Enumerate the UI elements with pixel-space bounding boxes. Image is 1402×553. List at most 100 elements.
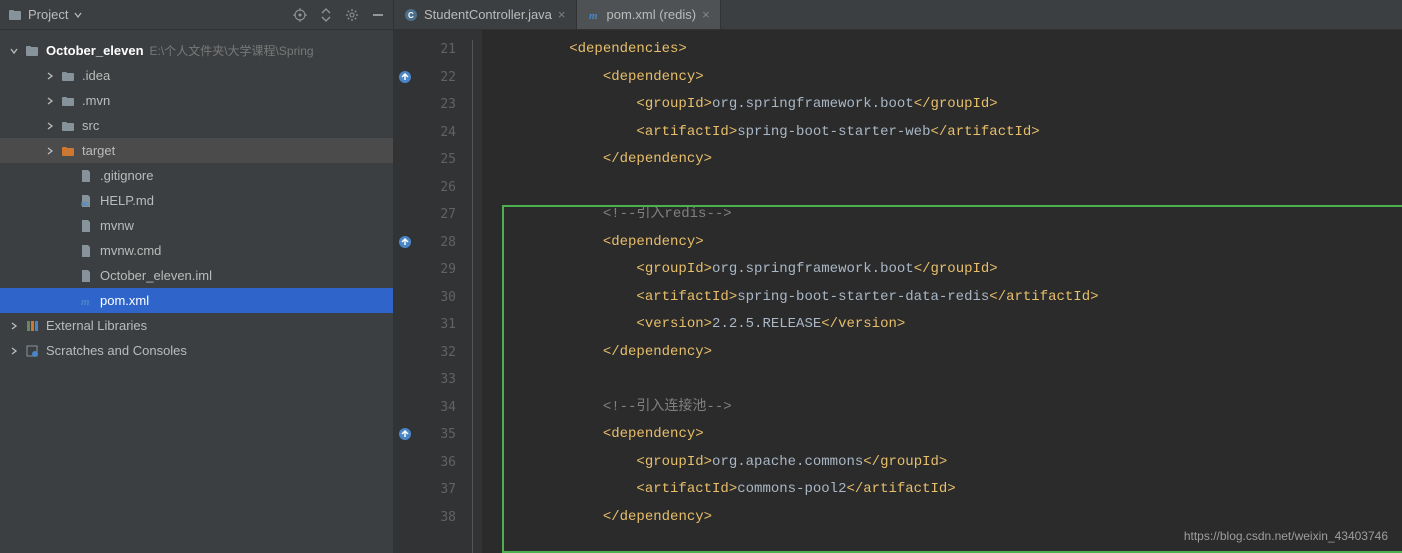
line-number: 38: [394, 504, 456, 532]
tree-scratches[interactable]: Scratches and Consoles: [0, 338, 393, 363]
scratches-label: Scratches and Consoles: [46, 343, 187, 358]
tree-item[interactable]: m pom.xml: [0, 288, 393, 313]
chevron-right-icon[interactable]: [44, 70, 56, 82]
tree-item[interactable]: MDHELP.md: [0, 188, 393, 213]
line-number: 26: [394, 174, 456, 202]
code-line[interactable]: <groupId>org.springframework.boot</group…: [482, 91, 1402, 119]
line-number: 33: [394, 366, 456, 394]
code-line[interactable]: <artifactId>commons-pool2</artifactId>: [482, 476, 1402, 504]
line-number: 25: [394, 146, 456, 174]
project-icon: [8, 8, 22, 22]
project-dropdown[interactable]: Project: [8, 7, 293, 22]
code-line[interactable]: <groupId>org.springframework.boot</group…: [482, 256, 1402, 284]
sidebar-header: Project: [0, 0, 393, 30]
code-line[interactable]: <!--引入连接池-->: [482, 394, 1402, 422]
file-icon: [78, 243, 94, 259]
tree-item[interactable]: .idea: [0, 63, 393, 88]
tree-item-label: mvnw: [100, 218, 134, 233]
line-number: 21: [394, 36, 456, 64]
chevron-down-icon: [74, 11, 82, 19]
code-line[interactable]: <!--引入redis-->: [482, 201, 1402, 229]
root-name: October_eleven: [46, 43, 144, 58]
file-icon: MD: [78, 193, 94, 209]
file-icon: m: [78, 293, 94, 309]
file-icon: [78, 168, 94, 184]
external-label: External Libraries: [46, 318, 147, 333]
tab-label: pom.xml (redis): [607, 7, 697, 22]
folder-icon: [24, 43, 40, 59]
gutter-override-icon[interactable]: [396, 235, 412, 251]
code-line[interactable]: </dependency>: [482, 146, 1402, 174]
svg-text:MD: MD: [81, 202, 89, 208]
code-line[interactable]: <dependencies>: [482, 36, 1402, 64]
collapse-icon[interactable]: [319, 8, 333, 22]
code-line[interactable]: <groupId>org.apache.commons</groupId>: [482, 449, 1402, 477]
watermark: https://blog.csdn.net/weixin_43403746: [1184, 529, 1388, 543]
tree-item[interactable]: target: [0, 138, 393, 163]
tree-item[interactable]: mvnw.cmd: [0, 238, 393, 263]
line-number: 32: [394, 339, 456, 367]
line-number: 31: [394, 311, 456, 339]
tree-item-label: mvnw.cmd: [100, 243, 161, 258]
chevron-right-icon[interactable]: [8, 345, 20, 357]
folder-icon: [60, 118, 76, 134]
chevron-right-icon[interactable]: [8, 320, 20, 332]
fold-column: [464, 30, 482, 553]
tree-item[interactable]: mvnw: [0, 213, 393, 238]
close-icon[interactable]: ×: [558, 7, 566, 22]
line-gutter: 212223242526272829303132333435363738: [394, 30, 464, 553]
editor-tabs: C StudentController.java × m pom.xml (redis)…: [394, 0, 1402, 30]
code-line[interactable]: </dependency>: [482, 339, 1402, 367]
file-icon: [78, 218, 94, 234]
code-line[interactable]: </dependency>: [482, 504, 1402, 532]
code-content[interactable]: <dependencies> <dependency> <groupId>org…: [482, 30, 1402, 553]
tree-item[interactable]: .mvn: [0, 88, 393, 113]
editor-body: 212223242526272829303132333435363738 <de…: [394, 30, 1402, 553]
tab-icon: m: [587, 8, 601, 22]
root-path: E:\个人文件夹\大学课程\Spring: [150, 42, 314, 59]
code-line[interactable]: [482, 174, 1402, 202]
tree-root[interactable]: October_eleven E:\个人文件夹\大学课程\Spring: [0, 38, 393, 63]
tree-external-libraries[interactable]: External Libraries: [0, 313, 393, 338]
tree-item-label: pom.xml: [100, 293, 149, 308]
tab-icon: C: [404, 8, 418, 22]
line-number: 36: [394, 449, 456, 477]
code-line[interactable]: <artifactId>spring-boot-starter-web</art…: [482, 119, 1402, 147]
close-icon[interactable]: ×: [702, 7, 710, 22]
code-line[interactable]: <dependency>: [482, 229, 1402, 257]
line-number: 23: [394, 91, 456, 119]
line-number: 37: [394, 476, 456, 504]
scratches-icon: [24, 343, 40, 359]
tree-item[interactable]: October_eleven.iml: [0, 263, 393, 288]
code-line[interactable]: <dependency>: [482, 421, 1402, 449]
chevron-right-icon[interactable]: [44, 95, 56, 107]
chevron-right-icon[interactable]: [44, 145, 56, 157]
code-line[interactable]: [482, 366, 1402, 394]
editor-tab[interactable]: C StudentController.java ×: [394, 0, 577, 29]
gutter-override-icon[interactable]: [396, 70, 412, 86]
code-line[interactable]: <version>2.2.5.RELEASE</version>: [482, 311, 1402, 339]
line-number: 27: [394, 201, 456, 229]
code-line[interactable]: <dependency>: [482, 64, 1402, 92]
svg-text:C: C: [408, 11, 414, 20]
tree-item[interactable]: .gitignore: [0, 163, 393, 188]
code-line[interactable]: <artifactId>spring-boot-starter-data-red…: [482, 284, 1402, 312]
tree-item-label: target: [82, 143, 115, 158]
gear-icon[interactable]: [345, 8, 359, 22]
svg-text:m: m: [589, 10, 598, 22]
folder-icon: [60, 143, 76, 159]
gutter-override-icon[interactable]: [396, 427, 412, 443]
chevron-right-icon[interactable]: [44, 120, 56, 132]
line-number: 34: [394, 394, 456, 422]
project-tree: October_eleven E:\个人文件夹\大学课程\Spring .ide…: [0, 30, 393, 553]
tab-label: StudentController.java: [424, 7, 552, 22]
chevron-down-icon[interactable]: [8, 45, 20, 57]
tree-item-label: .mvn: [82, 93, 110, 108]
target-icon[interactable]: [293, 8, 307, 22]
tree-item[interactable]: src: [0, 113, 393, 138]
editor-tab[interactable]: m pom.xml (redis) ×: [577, 0, 721, 29]
file-icon: [78, 268, 94, 284]
minimize-icon[interactable]: [371, 8, 385, 22]
tree-item-label: src: [82, 118, 99, 133]
line-number: 24: [394, 119, 456, 147]
